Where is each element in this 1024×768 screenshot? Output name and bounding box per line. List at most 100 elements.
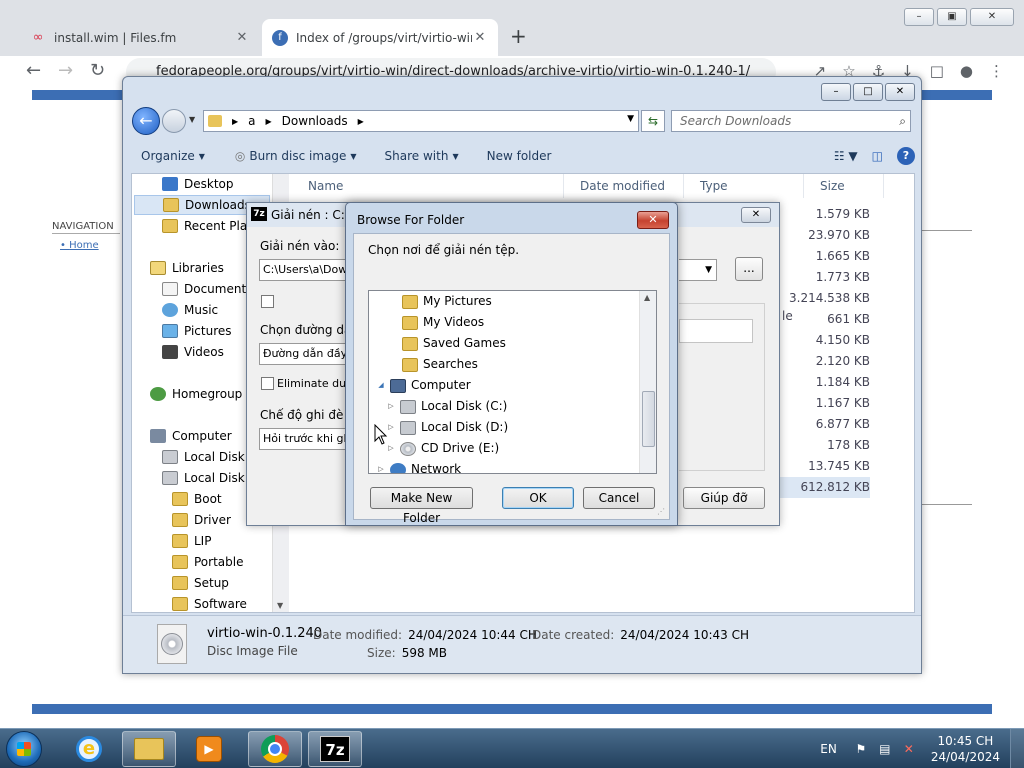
preview-pane-icon[interactable]: ◫ [872, 149, 883, 163]
size-cell-selected[interactable]: 612.812 KB [770, 477, 870, 498]
start-button[interactable] [6, 731, 42, 767]
new-folder-button[interactable]: New folder [487, 149, 552, 163]
scroll-thumb[interactable] [642, 391, 655, 447]
collapsed-triangle-icon[interactable]: ▷ [377, 459, 385, 473]
nav-item-documents[interactable]: Documents [162, 279, 252, 299]
extract-to-input[interactable]: C:\Users\a\Down [259, 259, 347, 281]
tree-item-my-pictures[interactable]: My Pictures [389, 291, 492, 312]
tree-scrollbar[interactable]: ▲ [639, 291, 656, 473]
close-icon[interactable]: ✕ [637, 211, 669, 229]
expanded-triangle-icon[interactable]: ◢ [377, 375, 385, 396]
make-new-folder-button[interactable]: Make New Folder [370, 487, 473, 525]
close-icon[interactable]: ✕ [741, 207, 771, 223]
nav-item-setup[interactable]: Setup [172, 573, 229, 593]
nav-item-boot[interactable]: Boot [172, 489, 222, 509]
tree-item-searches[interactable]: Searches [389, 354, 478, 375]
nav-item-videos[interactable]: Videos [162, 342, 224, 362]
show-desktop-button[interactable] [1010, 729, 1024, 768]
collapsed-triangle-icon[interactable]: ▷ [387, 396, 395, 417]
nav-item-libraries[interactable]: Libraries [150, 258, 224, 278]
folder-tree[interactable]: My Pictures My Videos Saved Games Search… [368, 290, 657, 474]
column-date-modified[interactable]: Date modified [564, 174, 684, 198]
column-name[interactable]: Name [292, 174, 564, 198]
search-input[interactable]: Search Downloads ⌕ [671, 110, 911, 132]
taskbar-7zip[interactable]: 7z [308, 731, 362, 767]
overwrite-mode-select[interactable]: Hỏi trước khi ghi đ [259, 428, 347, 450]
taskbar-chrome[interactable] [248, 731, 302, 767]
restore-icon[interactable]: ▣ [937, 8, 967, 26]
tab-virtio-index[interactable]: f Index of /groups/virt/virtio-win/d ✕ [262, 19, 498, 56]
clock[interactable]: 10:45 CH 24/04/2024 [931, 733, 1000, 765]
tree-item-local-disk-d[interactable]: ▷ Local Disk (D:) [387, 417, 508, 438]
tab-files-fm[interactable]: ∞ install.wim | Files.fm ✕ [20, 19, 260, 56]
scroll-down-icon[interactable]: ▼ [277, 601, 283, 610]
back-button[interactable]: ← [132, 107, 160, 135]
minimize-icon[interactable]: – [904, 8, 934, 26]
tree-item-cd-drive-e[interactable]: ▷ CD Drive (E:) [387, 438, 499, 459]
nav-item-portable[interactable]: Portable [172, 552, 243, 572]
breadcrumb-item[interactable]: a [248, 114, 255, 128]
recent-pages-icon[interactable]: ▼ [189, 115, 195, 124]
collapsed-triangle-icon[interactable]: ▷ [387, 438, 395, 459]
nav-item-desktop[interactable]: Desktop [162, 174, 234, 194]
path-mode-select[interactable]: Đường dẫn đầy đ [259, 343, 347, 365]
eliminate-duplicates-checkbox[interactable] [261, 377, 274, 390]
tree-item-computer[interactable]: ◢ Computer [377, 375, 471, 396]
extract-checkbox[interactable] [261, 295, 274, 308]
scroll-up-icon[interactable]: ▲ [644, 293, 650, 302]
organize-button[interactable]: Organize ▼ [141, 149, 205, 163]
search-icon[interactable]: ⌕ [899, 111, 906, 131]
column-size[interactable]: Size [804, 174, 884, 198]
help-button[interactable]: Giúp đỡ [683, 487, 765, 509]
nav-item-driver[interactable]: Driver [172, 510, 231, 530]
tree-item-saved-games[interactable]: Saved Games [389, 333, 506, 354]
chevron-down-icon[interactable]: ▼ [679, 259, 717, 281]
profile-icon[interactable]: ● [960, 62, 973, 80]
nav-item-lip[interactable]: LIP [172, 531, 211, 551]
refresh-button[interactable]: ⇆ [641, 110, 665, 132]
nav-item-software[interactable]: Software [172, 594, 247, 614]
password-input[interactable] [679, 319, 753, 343]
minimize-icon[interactable]: – [821, 83, 851, 101]
back-arrow-icon[interactable]: ← [26, 60, 41, 81]
volume-muted-icon[interactable]: ✕ [901, 742, 917, 756]
network-icon[interactable]: ▤ [877, 742, 893, 756]
taskbar-internet-explorer[interactable]: e [62, 731, 116, 767]
nav-item-computer[interactable]: Computer [150, 426, 232, 446]
tree-item-my-videos[interactable]: My Videos [389, 312, 484, 333]
side-panel-icon[interactable]: □ [930, 62, 944, 80]
taskbar-explorer[interactable] [122, 731, 176, 767]
share-with-button[interactable]: Share with ▼ [385, 149, 459, 163]
explorer-address-bar[interactable]: ▶ a ▶ Downloads ▶ ▼ [203, 110, 639, 132]
tree-item-local-disk-c[interactable]: ▷ Local Disk (C:) [387, 396, 507, 417]
cancel-button[interactable]: Cancel [583, 487, 655, 509]
chevron-down-icon[interactable]: ▼ [627, 114, 634, 124]
nav-item-music[interactable]: Music [162, 300, 218, 320]
menu-kebab-icon[interactable]: ⋮ [989, 62, 1004, 80]
language-indicator[interactable]: EN [820, 742, 837, 756]
action-center-flag-icon[interactable]: ⚑ [853, 742, 869, 756]
close-tab-icon[interactable]: ✕ [234, 30, 250, 45]
view-options-icon[interactable]: ☷ ▼ [834, 149, 858, 163]
maximize-icon[interactable]: □ [853, 83, 883, 101]
close-icon[interactable]: ✕ [885, 83, 915, 101]
burn-disc-button[interactable]: ◎ Burn disc image ▼ [235, 149, 357, 163]
forward-arrow-icon[interactable]: → [58, 60, 73, 81]
forward-button[interactable] [162, 109, 186, 133]
taskbar-media-player[interactable]: ▶ [182, 731, 236, 767]
home-link[interactable]: • Home [60, 240, 99, 251]
home-link-text[interactable]: Home [69, 240, 99, 251]
reload-icon[interactable]: ↻ [90, 60, 105, 81]
close-icon[interactable]: ✕ [970, 8, 1014, 26]
collapsed-triangle-icon[interactable]: ▷ [387, 417, 395, 438]
column-type[interactable]: Type [684, 174, 804, 198]
close-tab-icon[interactable]: ✕ [472, 30, 488, 45]
help-icon[interactable]: ? [897, 147, 915, 165]
ok-button[interactable]: OK [502, 487, 574, 509]
browse-button[interactable]: ... [735, 257, 763, 281]
breadcrumb-item[interactable]: Downloads [282, 114, 348, 128]
new-tab-icon[interactable]: + [510, 24, 527, 48]
tree-item-network[interactable]: ▷ Network [377, 459, 461, 473]
nav-item-homegroup[interactable]: Homegroup [150, 384, 242, 404]
resize-grip-icon[interactable]: ⋰ [657, 507, 665, 516]
